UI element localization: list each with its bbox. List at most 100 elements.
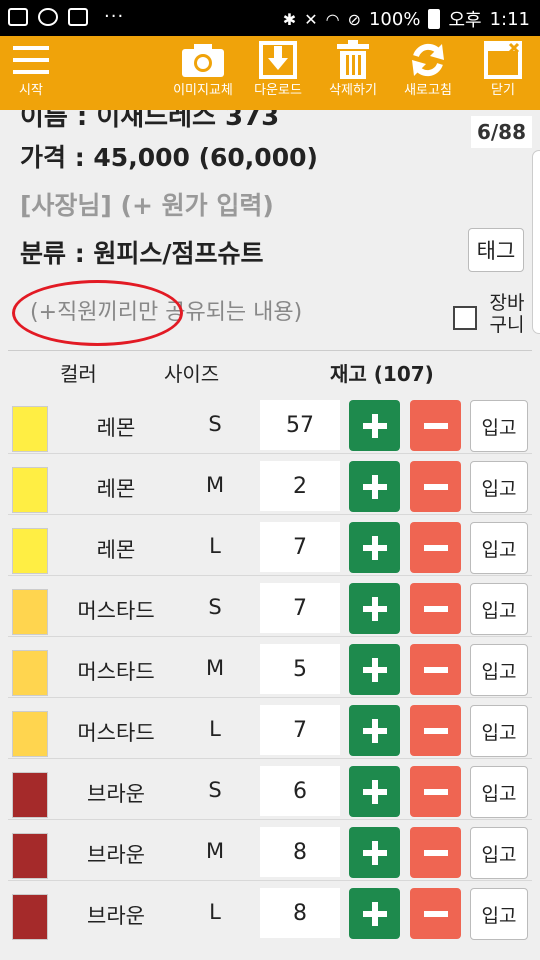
plus-icon <box>362 840 387 865</box>
restock-button[interactable]: 입고 <box>470 522 528 574</box>
product-title: 이름 : 이새드레스 373 <box>20 110 280 132</box>
restock-button[interactable]: 입고 <box>470 583 528 635</box>
increment-button[interactable] <box>349 644 400 695</box>
quantity-field[interactable]: 7 <box>260 522 340 572</box>
quantity-field[interactable]: 7 <box>260 583 340 633</box>
increment-button[interactable] <box>349 766 400 817</box>
decrement-button[interactable] <box>410 644 461 695</box>
clock: 1:11 <box>489 8 530 30</box>
cart-checkbox[interactable] <box>453 306 477 330</box>
color-name: 머스타드 <box>77 599 155 623</box>
mail-icon <box>68 8 88 26</box>
minus-icon <box>423 788 448 795</box>
increment-button[interactable] <box>349 461 400 512</box>
restock-button[interactable]: 입고 <box>470 461 528 513</box>
increment-button[interactable] <box>349 827 400 878</box>
wifi-icon: ◠ <box>325 9 340 29</box>
restock-button[interactable]: 입고 <box>470 400 528 452</box>
download-icon <box>258 36 298 84</box>
color-swatch <box>12 528 48 574</box>
quantity-field[interactable]: 8 <box>260 827 340 877</box>
table-row: 브라운 L 8 입고 <box>0 882 540 942</box>
increment-button[interactable] <box>349 522 400 573</box>
color-name: 브라운 <box>87 843 145 867</box>
no-signal-icon: ⊘ <box>347 9 361 29</box>
color-swatch <box>12 650 48 696</box>
plus-icon <box>362 474 387 499</box>
quantity-field[interactable]: 57 <box>260 400 340 450</box>
plus-icon <box>362 657 387 682</box>
decrement-button[interactable] <box>410 400 461 451</box>
color-swatch <box>12 772 48 818</box>
quantity-field[interactable]: 6 <box>260 766 340 816</box>
size-value: M <box>205 839 225 863</box>
quantity-field[interactable]: 2 <box>260 461 340 511</box>
download-button[interactable]: 다운로드 <box>248 36 308 110</box>
table-row: 머스타드 L 7 입고 <box>0 699 540 759</box>
size-value: M <box>205 473 225 497</box>
more-notifications-icon: ··· <box>104 6 125 27</box>
minus-icon <box>423 483 448 490</box>
color-name: 레몬 <box>96 416 136 440</box>
product-detail: 이름 : 이새드레스 373 6/88 가격 : 45,000 (60,000)… <box>0 110 540 960</box>
minus-icon <box>423 422 448 429</box>
delete-button[interactable]: 삭제하기 <box>322 36 384 110</box>
increment-button[interactable] <box>349 400 400 451</box>
color-name: 브라운 <box>87 904 145 928</box>
increment-button[interactable] <box>349 888 400 939</box>
increment-button[interactable] <box>349 583 400 634</box>
cart-label-line1: 장바 <box>489 292 525 314</box>
restock-button[interactable]: 입고 <box>470 827 528 879</box>
restock-button[interactable]: 입고 <box>470 888 528 940</box>
close-button[interactable]: 닫기 <box>478 36 528 110</box>
row-divider <box>8 636 532 637</box>
replace-image-button[interactable]: 이미지교체 <box>166 36 240 110</box>
status-left-icons: ··· <box>8 8 124 26</box>
start-label: 시작 <box>19 83 43 98</box>
increment-button[interactable] <box>349 705 400 756</box>
table-row: 레몬 S 57 입고 <box>0 394 540 454</box>
quantity-field[interactable]: 5 <box>260 644 340 694</box>
decrement-button[interactable] <box>410 888 461 939</box>
battery-icon <box>428 9 441 29</box>
restock-button[interactable]: 입고 <box>470 766 528 818</box>
minus-icon <box>423 666 448 673</box>
size-value: L <box>209 900 221 924</box>
scroll-indicator <box>532 150 540 334</box>
cart-label: 장바 구니 <box>484 292 530 336</box>
start-menu-button[interactable]: 시작 <box>8 36 54 110</box>
header-stock: 재고 (107) <box>330 362 434 386</box>
decrement-button[interactable] <box>410 522 461 573</box>
cart-label-line2: 구니 <box>489 314 525 336</box>
decrement-button[interactable] <box>410 705 461 756</box>
quantity-field[interactable]: 8 <box>260 888 340 938</box>
status-bar: ··· ✱ ✕ ◠ ⊘ 100% 오후 1:11 <box>0 0 540 36</box>
restock-button[interactable]: 입고 <box>470 705 528 757</box>
table-row: 레몬 L 7 입고 <box>0 516 540 576</box>
divider <box>8 350 532 351</box>
color-name: 머스타드 <box>77 660 155 684</box>
close-label: 닫기 <box>491 83 515 98</box>
tag-button[interactable]: 태그 <box>468 228 524 272</box>
size-value: M <box>205 656 225 680</box>
owner-cost-link[interactable]: [사장님] (+ 원가 입력) <box>20 186 274 222</box>
decrement-button[interactable] <box>410 583 461 634</box>
decrement-button[interactable] <box>410 827 461 878</box>
trash-icon <box>335 36 371 84</box>
refresh-button[interactable]: 새로고침 <box>396 36 460 110</box>
hamburger-icon <box>11 36 51 84</box>
mute-icon: ✕ <box>304 9 318 29</box>
header-size: 사이즈 <box>164 362 220 386</box>
page-counter: 6/88 <box>470 116 532 148</box>
decrement-button[interactable] <box>410 766 461 817</box>
status-right: ✱ ✕ ◠ ⊘ 100% 오후 1:11 <box>283 6 530 32</box>
decrement-button[interactable] <box>410 461 461 512</box>
restock-button[interactable]: 입고 <box>470 644 528 696</box>
plus-icon <box>362 779 387 804</box>
quantity-field[interactable]: 7 <box>260 705 340 755</box>
plus-icon <box>362 718 387 743</box>
table-row: 머스타드 S 7 입고 <box>0 577 540 637</box>
color-swatch <box>12 467 48 513</box>
plus-icon <box>362 413 387 438</box>
color-name: 브라운 <box>87 782 145 806</box>
